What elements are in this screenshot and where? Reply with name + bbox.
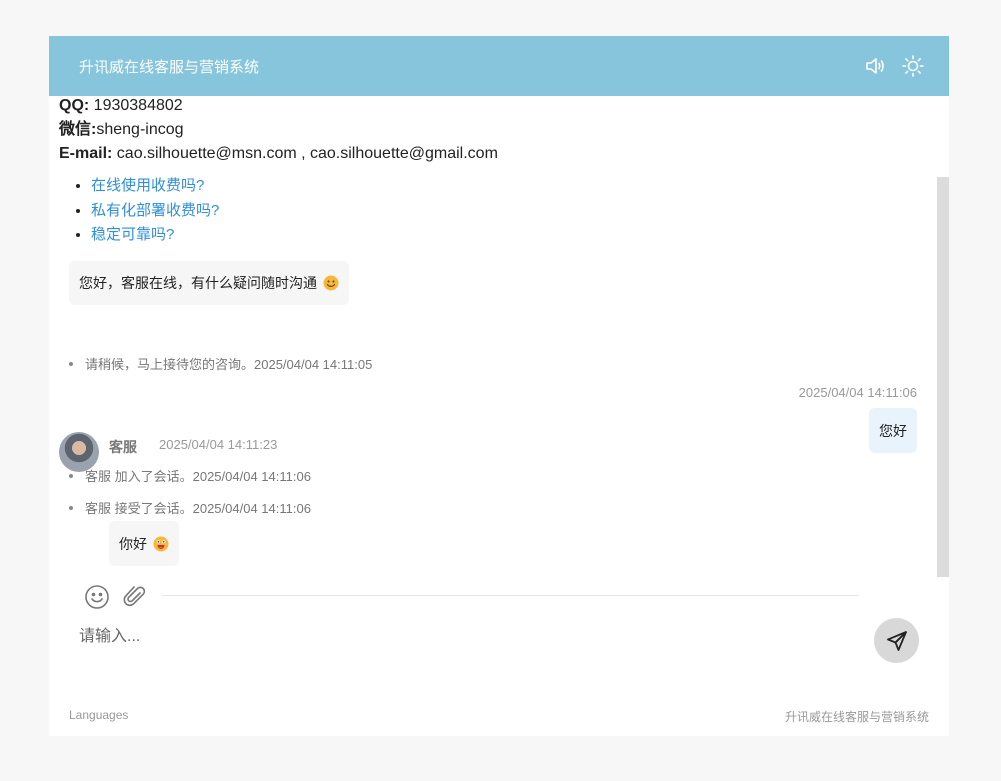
- message-list[interactable]: QQ: 1930384802 微信:sheng-incog E-mail: ca…: [49, 96, 949, 574]
- contact-email: E-mail: cao.silhouette@msn.com , cao.sil…: [59, 145, 498, 162]
- scrollbar[interactable]: [937, 177, 949, 577]
- header-actions: [863, 54, 925, 78]
- welcome-bubble: 您好，客服在线，有什么疑问随时沟通: [69, 261, 349, 305]
- faq-item: 稳定可靠吗?: [91, 223, 219, 248]
- my-message-time: 2025/04/04 14:11:06: [798, 385, 917, 400]
- bullet-dot: [69, 361, 73, 366]
- footer-brand: 升讯威在线客服与营销系统: [784, 710, 929, 724]
- composer-toolbar: [84, 584, 148, 610]
- composer-divider: [162, 595, 859, 596]
- welcome-text: 您好，客服在线，有什么疑问随时沟通: [79, 275, 317, 291]
- contact-info: QQ: 1930384802 微信:sheng-incog E-mail: ca…: [59, 96, 498, 166]
- message-input[interactable]: [79, 622, 839, 652]
- bullet-dot: [69, 505, 73, 510]
- attachment-icon[interactable]: [122, 584, 148, 610]
- system-message: 请稍候，马上接待您的咨询。2025/04/04 14:11:05: [69, 354, 372, 373]
- smile-emoji-icon: [323, 275, 339, 291]
- header: 升讯威在线客服与营销系统: [49, 36, 949, 96]
- send-icon: [886, 630, 907, 651]
- faq-list: 在线使用收费吗? 私有化部署收费吗? 稳定可靠吗?: [75, 174, 219, 248]
- chat-window: 升讯威在线客服与营销系统 QQ: 1930384802 微信:sheng-inc…: [49, 36, 949, 736]
- volume-icon[interactable]: [863, 54, 887, 78]
- contact-wechat: 微信:sheng-incog: [59, 121, 184, 138]
- contact-qq: QQ: 1930384802: [59, 97, 183, 114]
- header-title: 升讯威在线客服与营销系统: [79, 58, 260, 76]
- faq-link-stability[interactable]: 稳定可靠吗?: [91, 226, 174, 243]
- faq-item: 在线使用收费吗?: [91, 174, 219, 199]
- agent-message-time: 2025/04/04 14:11:23: [159, 437, 278, 452]
- faq-item: 私有化部署收费吗?: [91, 199, 219, 224]
- send-button[interactable]: [874, 618, 919, 663]
- faq-link-private-fee[interactable]: 私有化部署收费吗?: [91, 202, 219, 219]
- laugh-emoji-icon: [153, 536, 169, 551]
- system-message: 客服 加入了会话。2025/04/04 14:11:06: [69, 466, 311, 485]
- languages-link[interactable]: Languages: [69, 708, 128, 722]
- agent-avatar: [59, 432, 99, 472]
- my-message-bubble: 您好: [869, 408, 917, 453]
- emoji-picker-icon[interactable]: [84, 584, 110, 610]
- agent-name: 客服: [109, 439, 137, 455]
- faq-link-online-fee[interactable]: 在线使用收费吗?: [91, 177, 204, 194]
- sun-icon[interactable]: [901, 54, 925, 78]
- bullet-dot: [69, 473, 73, 478]
- agent-message-bubble: 你好: [109, 521, 179, 566]
- system-message: 客服 接受了会话。2025/04/04 14:11:06: [69, 498, 311, 517]
